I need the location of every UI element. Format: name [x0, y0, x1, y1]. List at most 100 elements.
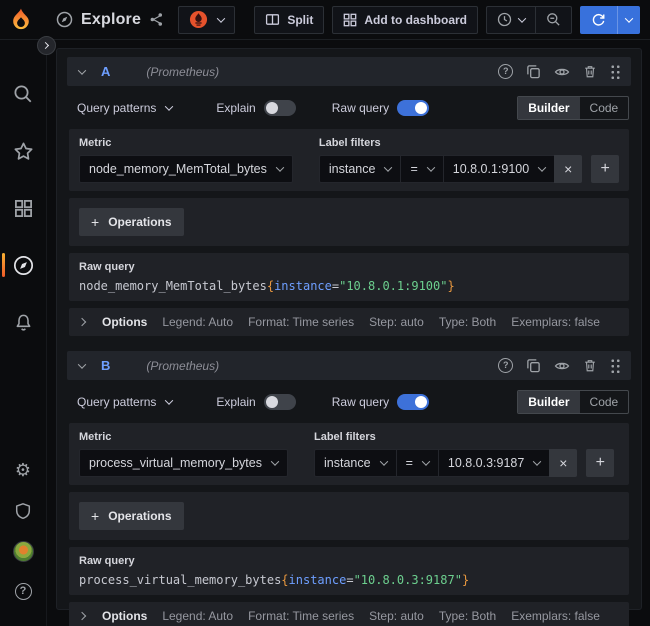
- sidebar-item-profile[interactable]: [0, 532, 47, 570]
- page-title: Explore: [81, 11, 141, 29]
- explore-compass-icon: [56, 11, 73, 28]
- run-query-split-button[interactable]: [580, 6, 640, 34]
- collapse-chevron-icon[interactable]: [77, 361, 87, 371]
- query-datasource-label: (Prometheus): [146, 65, 219, 79]
- add-to-dashboard-label: Add to dashboard: [364, 13, 467, 27]
- query-help-icon[interactable]: ?: [498, 64, 513, 79]
- sidebar-item-explore[interactable]: [0, 245, 47, 285]
- metric-select[interactable]: node_memory_MemTotal_bytes: [79, 155, 293, 183]
- options-type: Type: Both: [439, 609, 496, 623]
- query-ref-id[interactable]: B: [101, 358, 110, 373]
- plus-icon: +: [91, 508, 99, 524]
- raw-query-toggle[interactable]: [397, 394, 429, 410]
- filter-value-select[interactable]: 10.8.0.1:9100: [443, 155, 554, 183]
- query-help-icon[interactable]: ?: [498, 358, 513, 373]
- add-filter-button[interactable]: +: [591, 155, 619, 183]
- help-icon: ?: [15, 583, 32, 600]
- options-collapsed-row[interactable]: Options Legend: Auto Format: Time series…: [69, 308, 629, 336]
- options-collapsed-row[interactable]: Options Legend: Auto Format: Time series…: [69, 602, 629, 626]
- add-operation-button[interactable]: + Operations: [79, 208, 184, 236]
- filter-value: 10.8.0.1:9100: [453, 162, 529, 176]
- filter-value-select[interactable]: 10.8.0.3:9187: [438, 449, 549, 477]
- remove-filter-button[interactable]: ×: [549, 449, 577, 477]
- raw-query-toggle[interactable]: [397, 100, 429, 116]
- sidebar-item-server-admin[interactable]: [0, 492, 47, 530]
- query-patterns-dropdown[interactable]: Query patterns: [71, 395, 180, 409]
- raw-query-expression: process_virtual_memory_bytes{instance="1…: [79, 573, 619, 587]
- split-label: Split: [287, 13, 313, 27]
- operations-panel: + Operations: [69, 492, 629, 540]
- run-query-interval-dropdown[interactable]: [617, 6, 640, 34]
- sidebar-item-dashboards[interactable]: [0, 188, 47, 228]
- remove-query-trash-icon[interactable]: [583, 358, 597, 373]
- sidebar-item-search[interactable]: [0, 74, 47, 114]
- duplicate-query-icon[interactable]: [526, 358, 541, 373]
- top-header: Explore Split Add to dashboard: [0, 0, 650, 40]
- raw-query-title: Raw query: [79, 261, 619, 273]
- zoom-out-button[interactable]: [535, 6, 572, 34]
- zoom-out-icon: [546, 12, 561, 27]
- sidebar-item-alerting[interactable]: [0, 302, 47, 342]
- query-editor-body: Query patterns Explain Raw query Bu: [67, 86, 631, 345]
- share-icon[interactable]: [149, 12, 164, 27]
- split-button[interactable]: Split: [254, 6, 324, 34]
- options-step: Step: auto: [369, 609, 424, 623]
- sidebar-item-settings[interactable]: ⚙: [0, 452, 47, 490]
- add-operation-button[interactable]: + Operations: [79, 502, 184, 530]
- chevron-down-icon: [422, 457, 430, 465]
- datasource-picker[interactable]: [178, 6, 235, 34]
- sidebar-item-help[interactable]: ?: [0, 572, 47, 610]
- sidebar-item-starred[interactable]: [0, 131, 47, 171]
- options-title[interactable]: Options: [102, 609, 147, 623]
- hide-response-eye-icon[interactable]: [554, 64, 570, 80]
- chevron-right-icon: [78, 612, 86, 620]
- code-mode-tab[interactable]: Code: [580, 97, 629, 119]
- explain-toggle[interactable]: [264, 394, 296, 410]
- chevron-down-icon: [379, 457, 387, 465]
- builder-mode-tab[interactable]: Builder: [518, 97, 579, 119]
- builder-mode-tab[interactable]: Builder: [518, 391, 579, 413]
- raw-query-toggle-group[interactable]: Raw query: [332, 394, 429, 410]
- filter-operator-value: =: [406, 456, 413, 470]
- grafana-logo[interactable]: [8, 7, 34, 33]
- options-title[interactable]: Options: [102, 315, 147, 329]
- label-filters-label: Label filters: [319, 137, 619, 149]
- label-filters-field: Label filters instance =: [314, 431, 614, 477]
- add-filter-button[interactable]: +: [586, 449, 614, 477]
- time-range-picker[interactable]: [486, 6, 535, 34]
- sidebar-expand-button[interactable]: [37, 36, 56, 55]
- raw-query-label: Raw query: [332, 395, 389, 409]
- hide-response-eye-icon[interactable]: [554, 358, 570, 374]
- metric-select[interactable]: process_virtual_memory_bytes: [79, 449, 288, 477]
- remove-filter-button[interactable]: ×: [554, 155, 582, 183]
- remove-query-trash-icon[interactable]: [583, 64, 597, 79]
- filter-key-select[interactable]: instance: [319, 155, 401, 183]
- drag-handle[interactable]: [610, 64, 621, 79]
- filter-operator-select[interactable]: =: [400, 155, 442, 183]
- drag-handle[interactable]: [610, 358, 621, 373]
- shield-icon: [14, 502, 32, 520]
- explain-label: Explain: [216, 395, 255, 409]
- duplicate-query-icon[interactable]: [526, 64, 541, 79]
- explain-toggle-group[interactable]: Explain: [216, 100, 295, 116]
- explain-toggle[interactable]: [264, 100, 296, 116]
- code-mode-tab[interactable]: Code: [580, 391, 629, 413]
- add-to-dashboard-button[interactable]: Add to dashboard: [332, 6, 478, 34]
- query-ref-id[interactable]: A: [101, 64, 110, 79]
- collapse-chevron-icon[interactable]: [77, 67, 87, 77]
- raw-query-toggle-group[interactable]: Raw query: [332, 100, 429, 116]
- explain-toggle-group[interactable]: Explain: [216, 394, 295, 410]
- label-filters-field: Label filters instance =: [319, 137, 619, 183]
- filter-operator-select[interactable]: =: [396, 449, 438, 477]
- raw-query-expression: node_memory_MemTotal_bytes{instance="10.…: [79, 279, 619, 293]
- options-step: Step: auto: [369, 315, 424, 329]
- metric-label: Metric: [79, 137, 293, 149]
- filter-key-select[interactable]: instance: [314, 449, 396, 477]
- filter-key-value: instance: [329, 162, 376, 176]
- query-row-header[interactable]: B (Prometheus) ?: [67, 351, 631, 380]
- query-row-header[interactable]: A (Prometheus) ?: [67, 57, 631, 86]
- query-patterns-dropdown[interactable]: Query patterns: [71, 101, 180, 115]
- run-query-button[interactable]: [580, 6, 617, 34]
- query-editor-body: Query patterns Explain Raw query Bu: [67, 380, 631, 626]
- prometheus-icon: [189, 10, 208, 29]
